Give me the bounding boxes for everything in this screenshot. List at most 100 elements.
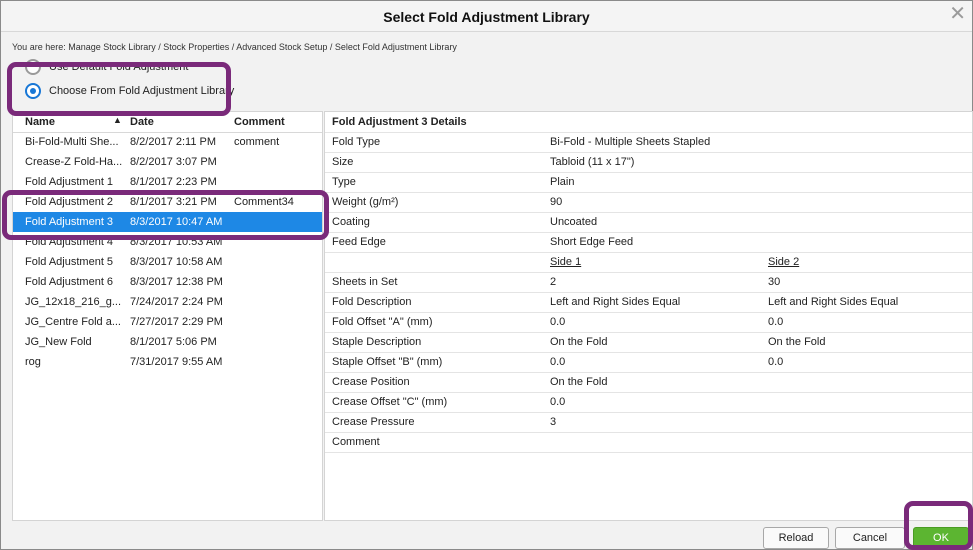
row-comment: comment [234,136,280,148]
list-row[interactable]: Bi-Fold-Multi She... 8/2/2017 2:11 PM comm… [13,132,322,152]
list-row[interactable]: Fold Adjustment 5 8/3/2017 10:58 AM [13,252,322,272]
detail-value-side1: On the Fold [550,336,608,348]
reload-button[interactable]: Reload [763,527,829,549]
detail-value-side2: 0.0 [768,316,784,328]
row-date: 8/1/2017 3:21 PM [130,196,217,208]
detail-value-side2: Side 2 [768,256,800,268]
detail-row: Sheets in Set 2 30 [325,272,972,293]
detail-label: Staple Offset "B" (mm) [332,356,443,368]
list-row[interactable]: rog 7/31/2017 9:55 AM [13,352,322,372]
detail-value-side1: 0.0 [550,316,566,328]
list-header: Name ▲ Date Comment [13,112,322,133]
row-name: Crease-Z Fold-Ha... [25,156,123,168]
dialog: Select Fold Adjustment Library ✕ You are… [0,0,973,550]
list-row[interactable]: Fold Adjustment 3 8/3/2017 10:47 AM [13,212,322,232]
detail-label: Type [332,176,356,188]
choose-library-radio[interactable] [25,83,41,99]
list-row[interactable]: Crease-Z Fold-Ha... 8/2/2017 3:07 PM [13,152,322,172]
detail-label: Fold Description [332,296,412,308]
row-date: 8/3/2017 12:38 PM [130,276,223,288]
row-name: Bi-Fold-Multi She... [25,136,119,148]
detail-value-side1: 0.0 [550,396,566,408]
detail-label: Staple Description [332,336,422,348]
row-name: Fold Adjustment 2 [25,196,114,208]
list-row[interactable]: JG_Centre Fold a... 7/27/2017 2:29 PM [13,312,322,332]
sort-up-icon: ▲ [113,115,122,125]
detail-row: Fold Type Bi-Fold - Multiple Sheets Stapl… [325,132,972,153]
detail-row: Weight (g/m²) 90 [325,192,972,213]
cancel-button[interactable]: Cancel [835,527,905,549]
list-row[interactable]: Fold Adjustment 4 8/3/2017 10:53 AM [13,232,322,252]
detail-value-side1: 3 [550,416,557,428]
detail-label: Fold Type [332,136,381,148]
dialog-title: Select Fold Adjustment Library [383,9,590,25]
detail-value-side2: Left and Right Sides Equal [768,296,899,308]
fold-adjustment-list: Name ▲ Date Comment Bi-Fold-Multi She...… [12,111,323,521]
detail-row: Side 1 Side 2 [325,252,972,273]
use-default-radio[interactable] [25,59,41,75]
detail-row: Crease Position On the Fold [325,372,972,393]
row-name: JG_Centre Fold a... [25,316,121,328]
row-date: 8/3/2017 10:47 AM [130,216,223,228]
detail-value-side2: On the Fold [768,336,826,348]
row-name: Fold Adjustment 5 [25,256,114,268]
row-date: 7/27/2017 2:29 PM [130,316,223,328]
details-title: Fold Adjustment 3 Details [332,116,467,128]
row-date: 8/1/2017 2:23 PM [130,176,217,188]
row-name: JG_12x18_216_g... [25,296,122,308]
list-row[interactable]: Fold Adjustment 6 8/3/2017 12:38 PM [13,272,322,292]
detail-row: Fold Description Left and Right Sides Equ… [325,292,972,313]
row-name: Fold Adjustment 1 [25,176,114,188]
row-date: 7/24/2017 2:24 PM [130,296,223,308]
detail-label: Crease Offset "C" (mm) [332,396,448,408]
detail-label: Crease Position [332,376,410,388]
details-panel: Fold Adjustment 3 Details Fold Type Bi-Fo… [324,111,973,521]
detail-row: Crease Pressure 3 [325,412,972,433]
row-name: Fold Adjustment 3 [25,216,114,228]
detail-value-side1: On the Fold [550,376,608,388]
detail-label: Comment [332,436,380,448]
detail-value-side2: 30 [768,276,781,288]
row-date: 8/3/2017 10:53 AM [130,236,223,248]
row-date: 8/2/2017 2:11 PM [130,136,217,148]
row-name: JG_New Fold [25,336,92,348]
detail-row: Staple Offset "B" (mm) 0.0 0.0 [325,352,972,373]
row-name: Fold Adjustment 6 [25,276,114,288]
column-date-header[interactable]: Date [130,116,240,128]
row-name: rog [25,356,41,368]
list-row[interactable]: Fold Adjustment 2 8/1/2017 3:21 PM Comment… [13,192,322,212]
ok-button[interactable]: OK [913,527,969,549]
detail-value-side1: Bi-Fold - Multiple Sheets Stapled [550,136,711,148]
title-bar: Select Fold Adjustment Library ✕ [1,1,972,32]
row-date: 8/3/2017 10:58 AM [130,256,223,268]
detail-label: Size [332,156,354,168]
list-row[interactable]: JG_12x18_216_g... 7/24/2017 2:24 PM [13,292,322,312]
detail-row: Fold Offset "A" (mm) 0.0 0.0 [325,312,972,333]
column-comment-header[interactable]: Comment [234,116,322,128]
close-icon[interactable]: ✕ [949,4,966,24]
breadcrumb: You are here: Manage Stock Library / Sto… [12,42,457,52]
row-name: Fold Adjustment 4 [25,236,114,248]
detail-row: Crease Offset "C" (mm) 0.0 [325,392,972,413]
detail-label: Crease Pressure [332,416,415,428]
detail-row: Feed Edge Short Edge Feed [325,232,972,253]
row-date: 8/1/2017 5:06 PM [130,336,217,348]
detail-value-side1: Uncoated [550,216,598,228]
detail-label: Weight (g/m²) [332,196,399,208]
choose-library-label: Choose From Fold Adjustment Library [49,85,235,97]
row-date: 8/2/2017 3:07 PM [130,156,217,168]
list-row[interactable]: JG_New Fold 8/1/2017 5:06 PM [13,332,322,352]
details-header: Fold Adjustment 3 Details [325,112,972,133]
detail-label: Fold Offset "A" (mm) [332,316,433,328]
detail-row: Comment [325,432,972,453]
detail-row: Size Tabloid (11 x 17") [325,152,972,173]
use-default-label: Use Default Fold Adjustment [49,61,189,73]
detail-value-side1: Short Edge Feed [550,236,634,248]
row-comment: Comment34 [234,196,294,208]
detail-row: Coating Uncoated [325,212,972,233]
detail-label: Sheets in Set [332,276,398,288]
detail-label: Feed Edge [332,236,386,248]
detail-label: Coating [332,216,370,228]
detail-row: Staple Description On the Fold On the Fold [325,332,972,353]
list-row[interactable]: Fold Adjustment 1 8/1/2017 2:23 PM [13,172,322,192]
